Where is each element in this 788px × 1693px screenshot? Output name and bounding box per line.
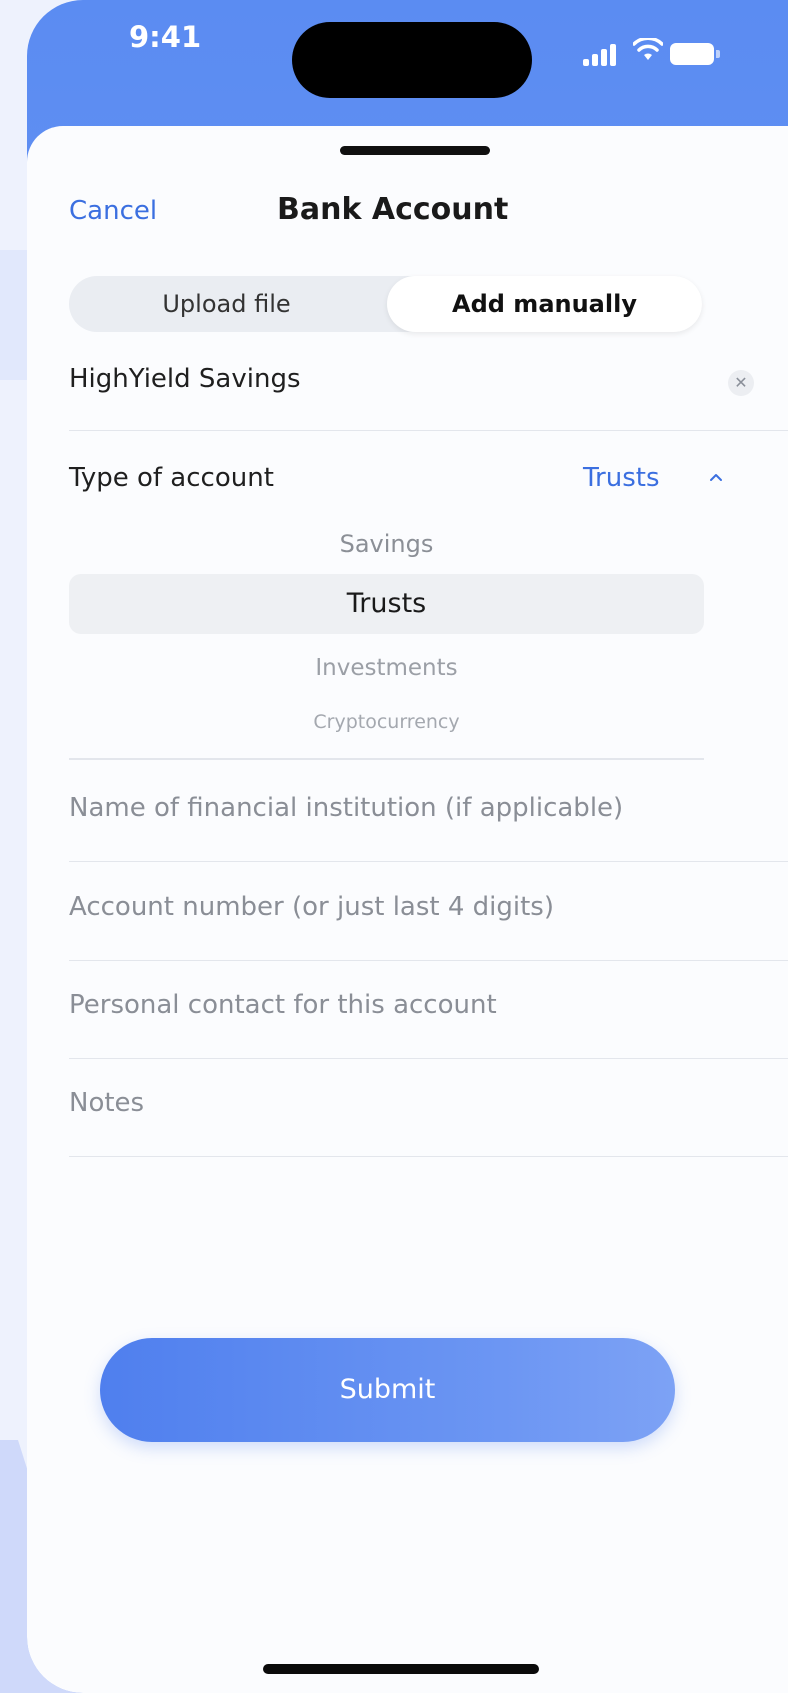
phone-screen: 9:41 Cancel Bank Account Upload file Add… — [27, 0, 788, 1693]
account-number-field[interactable]: Account number (or just last 4 digits) — [69, 862, 788, 961]
account-name-field[interactable]: HighYield Savings ✕ — [69, 344, 788, 431]
battery-icon — [670, 43, 720, 65]
picker-option-trusts[interactable]: Trusts — [69, 574, 704, 634]
institution-placeholder: Name of financial institution (if applic… — [69, 793, 624, 823]
close-icon[interactable]: ✕ — [728, 370, 754, 396]
signal-icon — [583, 44, 617, 66]
notes-field[interactable]: Notes — [69, 1058, 788, 1157]
account-type-selected[interactable]: Trusts — [583, 463, 660, 493]
account-number-placeholder: Account number (or just last 4 digits) — [69, 892, 554, 922]
notes-placeholder: Notes — [69, 1088, 145, 1118]
submit-button[interactable]: Submit — [100, 1338, 675, 1442]
cancel-button[interactable]: Cancel — [69, 196, 157, 226]
source-segmented-control: Upload file Add manually — [69, 276, 702, 332]
account-type-label: Type of account — [69, 463, 274, 493]
sheet-header: Cancel Bank Account — [27, 186, 788, 236]
account-name-value: HighYield Savings — [69, 364, 301, 394]
personal-contact-field[interactable]: Personal contact for this account — [69, 960, 788, 1059]
status-bar: 9:41 — [27, 0, 788, 120]
page-title: Bank Account — [277, 192, 509, 227]
status-time: 9:41 — [129, 20, 202, 54]
divider — [69, 758, 704, 760]
dynamic-island — [292, 22, 532, 98]
picker-option-cryptocurrency[interactable]: Cryptocurrency — [69, 706, 704, 738]
tab-upload-file[interactable]: Upload file — [69, 276, 384, 332]
bottom-sheet: Cancel Bank Account Upload file Add manu… — [27, 126, 788, 1693]
picker-option-investments[interactable]: Investments — [69, 648, 704, 688]
sheet-grabber[interactable] — [340, 146, 490, 155]
picker-option-savings[interactable]: Savings — [69, 524, 704, 564]
tab-add-manually[interactable]: Add manually — [387, 276, 702, 332]
wifi-icon — [633, 38, 663, 60]
home-indicator — [263, 1664, 539, 1674]
personal-contact-placeholder: Personal contact for this account — [69, 990, 497, 1020]
chevron-up-icon[interactable] — [707, 471, 725, 483]
institution-field[interactable]: Name of financial institution (if applic… — [69, 763, 788, 862]
